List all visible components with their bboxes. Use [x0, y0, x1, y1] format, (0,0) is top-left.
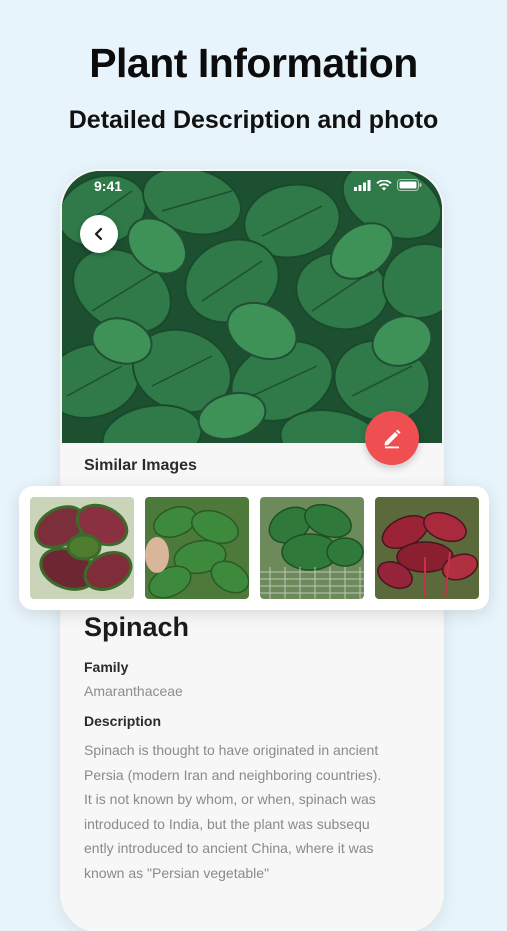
spinach-bunch-image [145, 497, 249, 599]
back-button[interactable] [80, 215, 118, 253]
family-label: Family [84, 659, 129, 675]
similar-image-3[interactable] [260, 497, 364, 599]
plant-name: Spinach [84, 612, 190, 642]
similar-image-2[interactable] [145, 497, 249, 599]
pencil-icon [384, 429, 401, 449]
status-icons [354, 179, 422, 191]
similar-images-gallery [19, 486, 489, 610]
wifi-icon [376, 179, 392, 190]
signal-icon [354, 179, 371, 191]
spinach-basket-image [260, 497, 364, 599]
description-line: known as "Persian vegetable" [84, 864, 270, 881]
hero-plant-image: 9:41 [62, 171, 442, 443]
description-label: Description [84, 713, 162, 729]
status-bar: 9:41 [62, 171, 442, 199]
description-line: introduced to India, but the plant was s… [84, 815, 370, 832]
battery-icon [397, 179, 422, 191]
description-text: Spinach is thought to have originated in… [84, 738, 406, 885]
headline: Plant Information [89, 40, 418, 86]
similar-images-title: Similar Images [84, 457, 197, 474]
description-line: ently introduced to ancient China, where… [84, 840, 374, 856]
similar-image-1[interactable] [30, 497, 134, 599]
hero-leaves-illustration [62, 171, 442, 443]
description-line: Spinach is thought to have originated in… [84, 742, 379, 758]
edit-button[interactable] [365, 411, 419, 465]
chevron-left-icon [94, 227, 103, 241]
similar-image-4[interactable] [375, 497, 479, 599]
family-value: Amaranthaceae [84, 683, 183, 699]
red-amaranth-image [375, 497, 479, 599]
description-line: It is not known by whom, or when, spinac… [84, 791, 376, 807]
description-line: Persia (modern Iran and neighboring coun… [84, 766, 382, 783]
red-green-amaranth-image [30, 497, 134, 599]
subheadline: Detailed Description and photo [68, 106, 439, 134]
status-time: 9:41 [94, 178, 123, 194]
